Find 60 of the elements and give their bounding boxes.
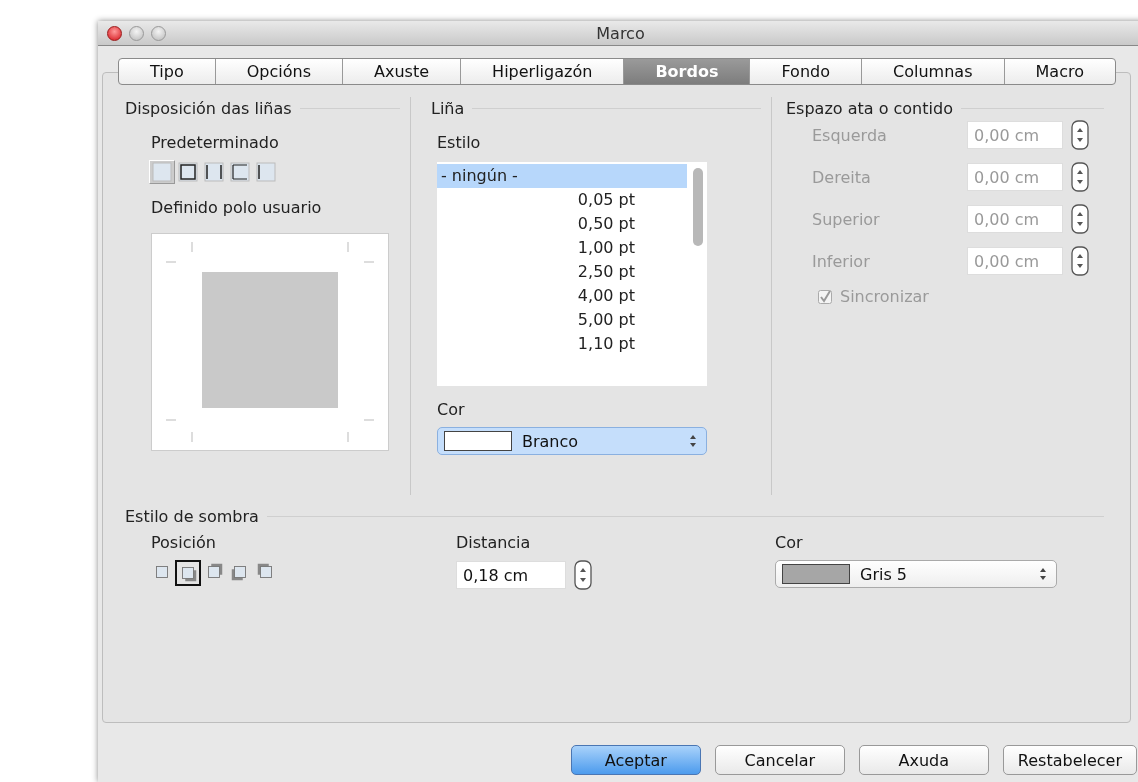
dialog-button[interactable]: Aceptar bbox=[570, 745, 701, 775]
border-square-icon bbox=[202, 161, 226, 183]
list-item[interactable]: 0,05 pt bbox=[437, 188, 687, 212]
close-button[interactable] bbox=[107, 25, 122, 41]
minimize-button[interactable] bbox=[129, 25, 144, 41]
field-label: Esquerda bbox=[812, 125, 888, 145]
field-label: Cor bbox=[437, 400, 466, 419]
spinner-icon[interactable] bbox=[1071, 120, 1089, 150]
scrollbar-thumb[interactable] bbox=[693, 168, 703, 246]
list-item[interactable]: 2,50 pt bbox=[437, 260, 687, 284]
field-label: Inferior bbox=[812, 251, 871, 271]
field-label: Distancia bbox=[456, 533, 532, 552]
color-dropdown[interactable]: Branco bbox=[437, 427, 707, 455]
list-item[interactable]: 0,50 pt bbox=[437, 212, 687, 236]
list-item[interactable]: 1,10 pt bbox=[437, 332, 687, 356]
tab[interactable]: Axuste bbox=[343, 59, 462, 84]
border-preset-button[interactable] bbox=[227, 160, 253, 184]
spinner-icon[interactable] bbox=[1071, 204, 1089, 234]
distance-field[interactable]: 0,18 cm bbox=[456, 561, 566, 589]
field-label: Cor bbox=[775, 533, 804, 552]
spinner-icon[interactable] bbox=[1071, 162, 1089, 192]
tab[interactable]: Tipo bbox=[119, 59, 216, 84]
zoom-button[interactable] bbox=[151, 25, 166, 41]
field-label: Superior bbox=[812, 209, 881, 229]
tab[interactable]: Opcións bbox=[215, 59, 344, 84]
border-preset-button[interactable] bbox=[175, 160, 201, 184]
list-item[interactable]: - ningún - bbox=[437, 164, 687, 188]
list-item[interactable]: 5,00 pt bbox=[437, 308, 687, 332]
border-preset-button[interactable] bbox=[253, 160, 279, 184]
tab[interactable]: Macro bbox=[1004, 59, 1115, 84]
border-square-icon bbox=[254, 161, 278, 183]
color-dropdown[interactable]: Gris 5 bbox=[775, 560, 1057, 588]
border-preset-button[interactable] bbox=[201, 160, 227, 184]
field-label: Definido polo usuario bbox=[151, 198, 323, 217]
field-label: Estilo bbox=[437, 133, 482, 152]
list-item[interactable]: 4,00 pt bbox=[437, 284, 687, 308]
field-label: Posición bbox=[151, 533, 217, 552]
updown-arrows-icon bbox=[1038, 567, 1048, 581]
field-label: Predeterminado bbox=[151, 133, 280, 152]
updown-arrows-icon bbox=[688, 434, 698, 448]
dialog-button[interactable]: Restabelecer bbox=[1002, 745, 1137, 775]
spinner-icon[interactable] bbox=[1071, 246, 1089, 276]
checkbox-label: Sincronizar bbox=[840, 287, 929, 306]
dialog-button[interactable]: Cancelar bbox=[714, 745, 845, 775]
section-title: Disposición das liñas bbox=[125, 98, 292, 118]
tab[interactable]: Columnas bbox=[862, 59, 1005, 84]
field-label: Dereita bbox=[812, 167, 872, 187]
section-title: Estilo de sombra bbox=[125, 506, 259, 526]
tab[interactable]: Fondo bbox=[750, 59, 863, 84]
border-square-icon bbox=[150, 161, 174, 183]
section-title: Espazo ata o contido bbox=[786, 98, 953, 118]
list-item[interactable]: 1,00 pt bbox=[437, 236, 687, 260]
window-title: Marco bbox=[596, 23, 645, 43]
spinner-icon[interactable] bbox=[574, 560, 592, 590]
border-square-icon bbox=[228, 161, 252, 183]
dialog-button[interactable]: Axuda bbox=[858, 745, 989, 775]
shadow-position-button[interactable] bbox=[175, 560, 201, 586]
section-title: Liña bbox=[431, 98, 465, 118]
border-preset-button[interactable] bbox=[149, 160, 175, 184]
border-square-icon bbox=[176, 161, 200, 183]
